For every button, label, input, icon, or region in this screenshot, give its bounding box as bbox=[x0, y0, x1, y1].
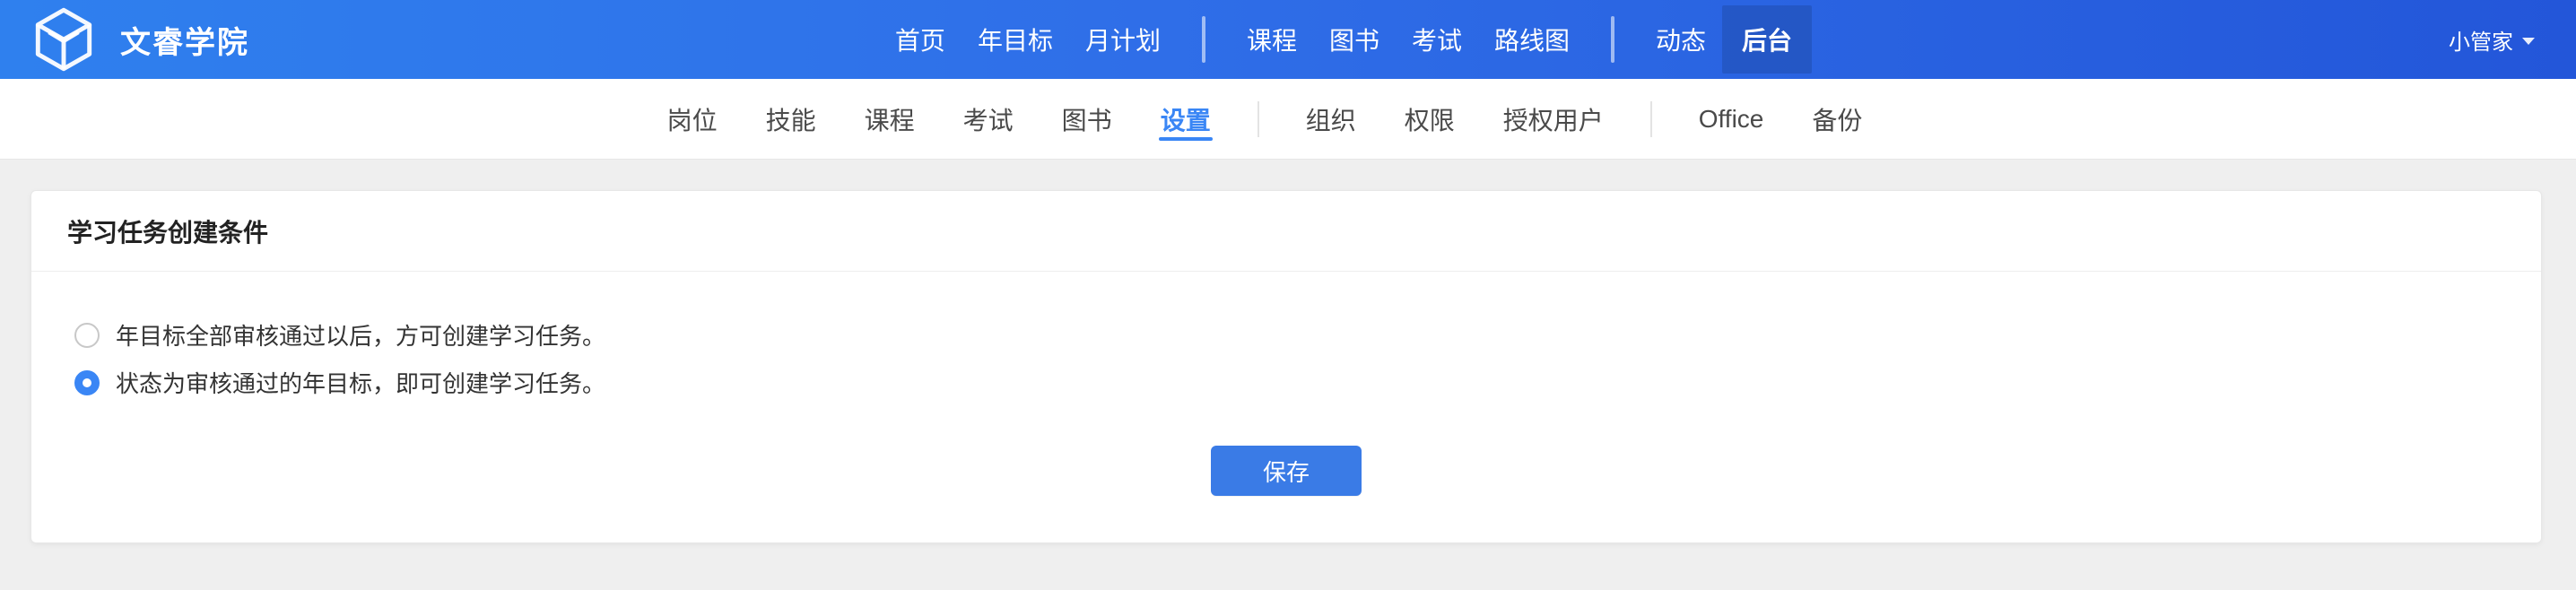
brand[interactable]: 文睿学院 bbox=[27, 0, 249, 79]
radio-checked-icon[interactable] bbox=[74, 369, 100, 395]
condition-option-2-label: 状态为审核通过的年目标，即可创建学习任务。 bbox=[116, 370, 606, 397]
condition-option-1-label: 年目标全部审核通过以后，方可创建学习任务。 bbox=[116, 323, 606, 350]
nav-item-courses[interactable]: 课程 bbox=[1231, 0, 1313, 79]
nav-divider bbox=[1201, 16, 1205, 63]
nav-divider bbox=[1611, 16, 1615, 63]
subnav-item-courses[interactable]: 课程 bbox=[863, 92, 917, 146]
nav-item-roadmap[interactable]: 路线图 bbox=[1478, 0, 1586, 79]
condition-option-2[interactable]: 状态为审核通过的年目标，即可创建学习任务。 bbox=[74, 366, 605, 399]
app-logo-icon bbox=[27, 3, 100, 76]
secondary-navigation-bar: 岗位 技能 课程 考试 图书 设置 组织 权限 授权用户 Office 备份 bbox=[0, 79, 2576, 160]
brand-name: 文睿学院 bbox=[120, 24, 249, 61]
main-nav: 首页 年目标 月计划 课程 图书 考试 路线图 动态 后台 bbox=[0, 0, 2576, 79]
radio-dot-icon bbox=[83, 377, 91, 387]
nav-item-annual-goals[interactable]: 年目标 bbox=[962, 0, 1069, 79]
save-button-row: 保存 bbox=[31, 446, 2541, 496]
subnav-item-exams[interactable]: 考试 bbox=[962, 92, 1015, 146]
subnav-item-permissions[interactable]: 权限 bbox=[1403, 92, 1457, 146]
secondary-nav: 岗位 技能 课程 考试 图书 设置 组织 权限 授权用户 Office 备份 bbox=[0, 79, 2576, 159]
main-nav-inner: 首页 年目标 月计划 课程 图书 考试 路线图 动态 后台 bbox=[879, 0, 1813, 79]
secondary-nav-inner: 岗位 技能 课程 考试 图书 设置 组织 权限 授权用户 Office 备份 bbox=[666, 92, 1865, 146]
subnav-item-backup[interactable]: 备份 bbox=[1810, 92, 1864, 146]
save-button[interactable]: 保存 bbox=[1211, 446, 1362, 496]
top-navigation-bar: 文睿学院 首页 年目标 月计划 课程 图书 考试 路线图 动态 后台 小管家 bbox=[0, 0, 2576, 79]
condition-options: 年目标全部审核通过以后，方可创建学习任务。 状态为审核通过的年目标，即可创建学习… bbox=[74, 318, 605, 399]
subnav-item-skills[interactable]: 技能 bbox=[764, 92, 818, 146]
radio-unchecked-icon[interactable] bbox=[74, 322, 100, 348]
nav-item-monthly-plan[interactable]: 月计划 bbox=[1069, 0, 1177, 79]
subnav-divider bbox=[1257, 100, 1259, 137]
subnav-item-settings[interactable]: 设置 bbox=[1158, 92, 1213, 146]
user-menu[interactable]: 小管家 bbox=[2449, 0, 2535, 79]
chevron-down-icon bbox=[2522, 38, 2535, 45]
nav-item-exams[interactable]: 考试 bbox=[1396, 0, 1478, 79]
subnav-item-positions[interactable]: 岗位 bbox=[666, 92, 719, 146]
nav-item-admin[interactable]: 后台 bbox=[1722, 5, 1813, 74]
task-creation-conditions-card: 学习任务创建条件 年目标全部审核通过以后，方可创建学习任务。 状态为审核通过的年… bbox=[30, 190, 2542, 543]
subnav-item-office[interactable]: Office bbox=[1697, 92, 1766, 146]
subnav-item-books[interactable]: 图书 bbox=[1060, 92, 1114, 146]
nav-item-home[interactable]: 首页 bbox=[879, 0, 962, 79]
subnav-divider bbox=[1649, 100, 1652, 137]
nav-item-updates[interactable]: 动态 bbox=[1640, 0, 1722, 79]
subnav-item-organization[interactable]: 组织 bbox=[1304, 92, 1358, 146]
subnav-item-authorized-users[interactable]: 授权用户 bbox=[1501, 92, 1606, 146]
user-name: 小管家 bbox=[2449, 30, 2513, 55]
condition-option-1[interactable]: 年目标全部审核通过以后，方可创建学习任务。 bbox=[74, 318, 605, 351]
card-title: 学习任务创建条件 bbox=[31, 191, 2541, 272]
nav-item-books[interactable]: 图书 bbox=[1313, 0, 1396, 79]
